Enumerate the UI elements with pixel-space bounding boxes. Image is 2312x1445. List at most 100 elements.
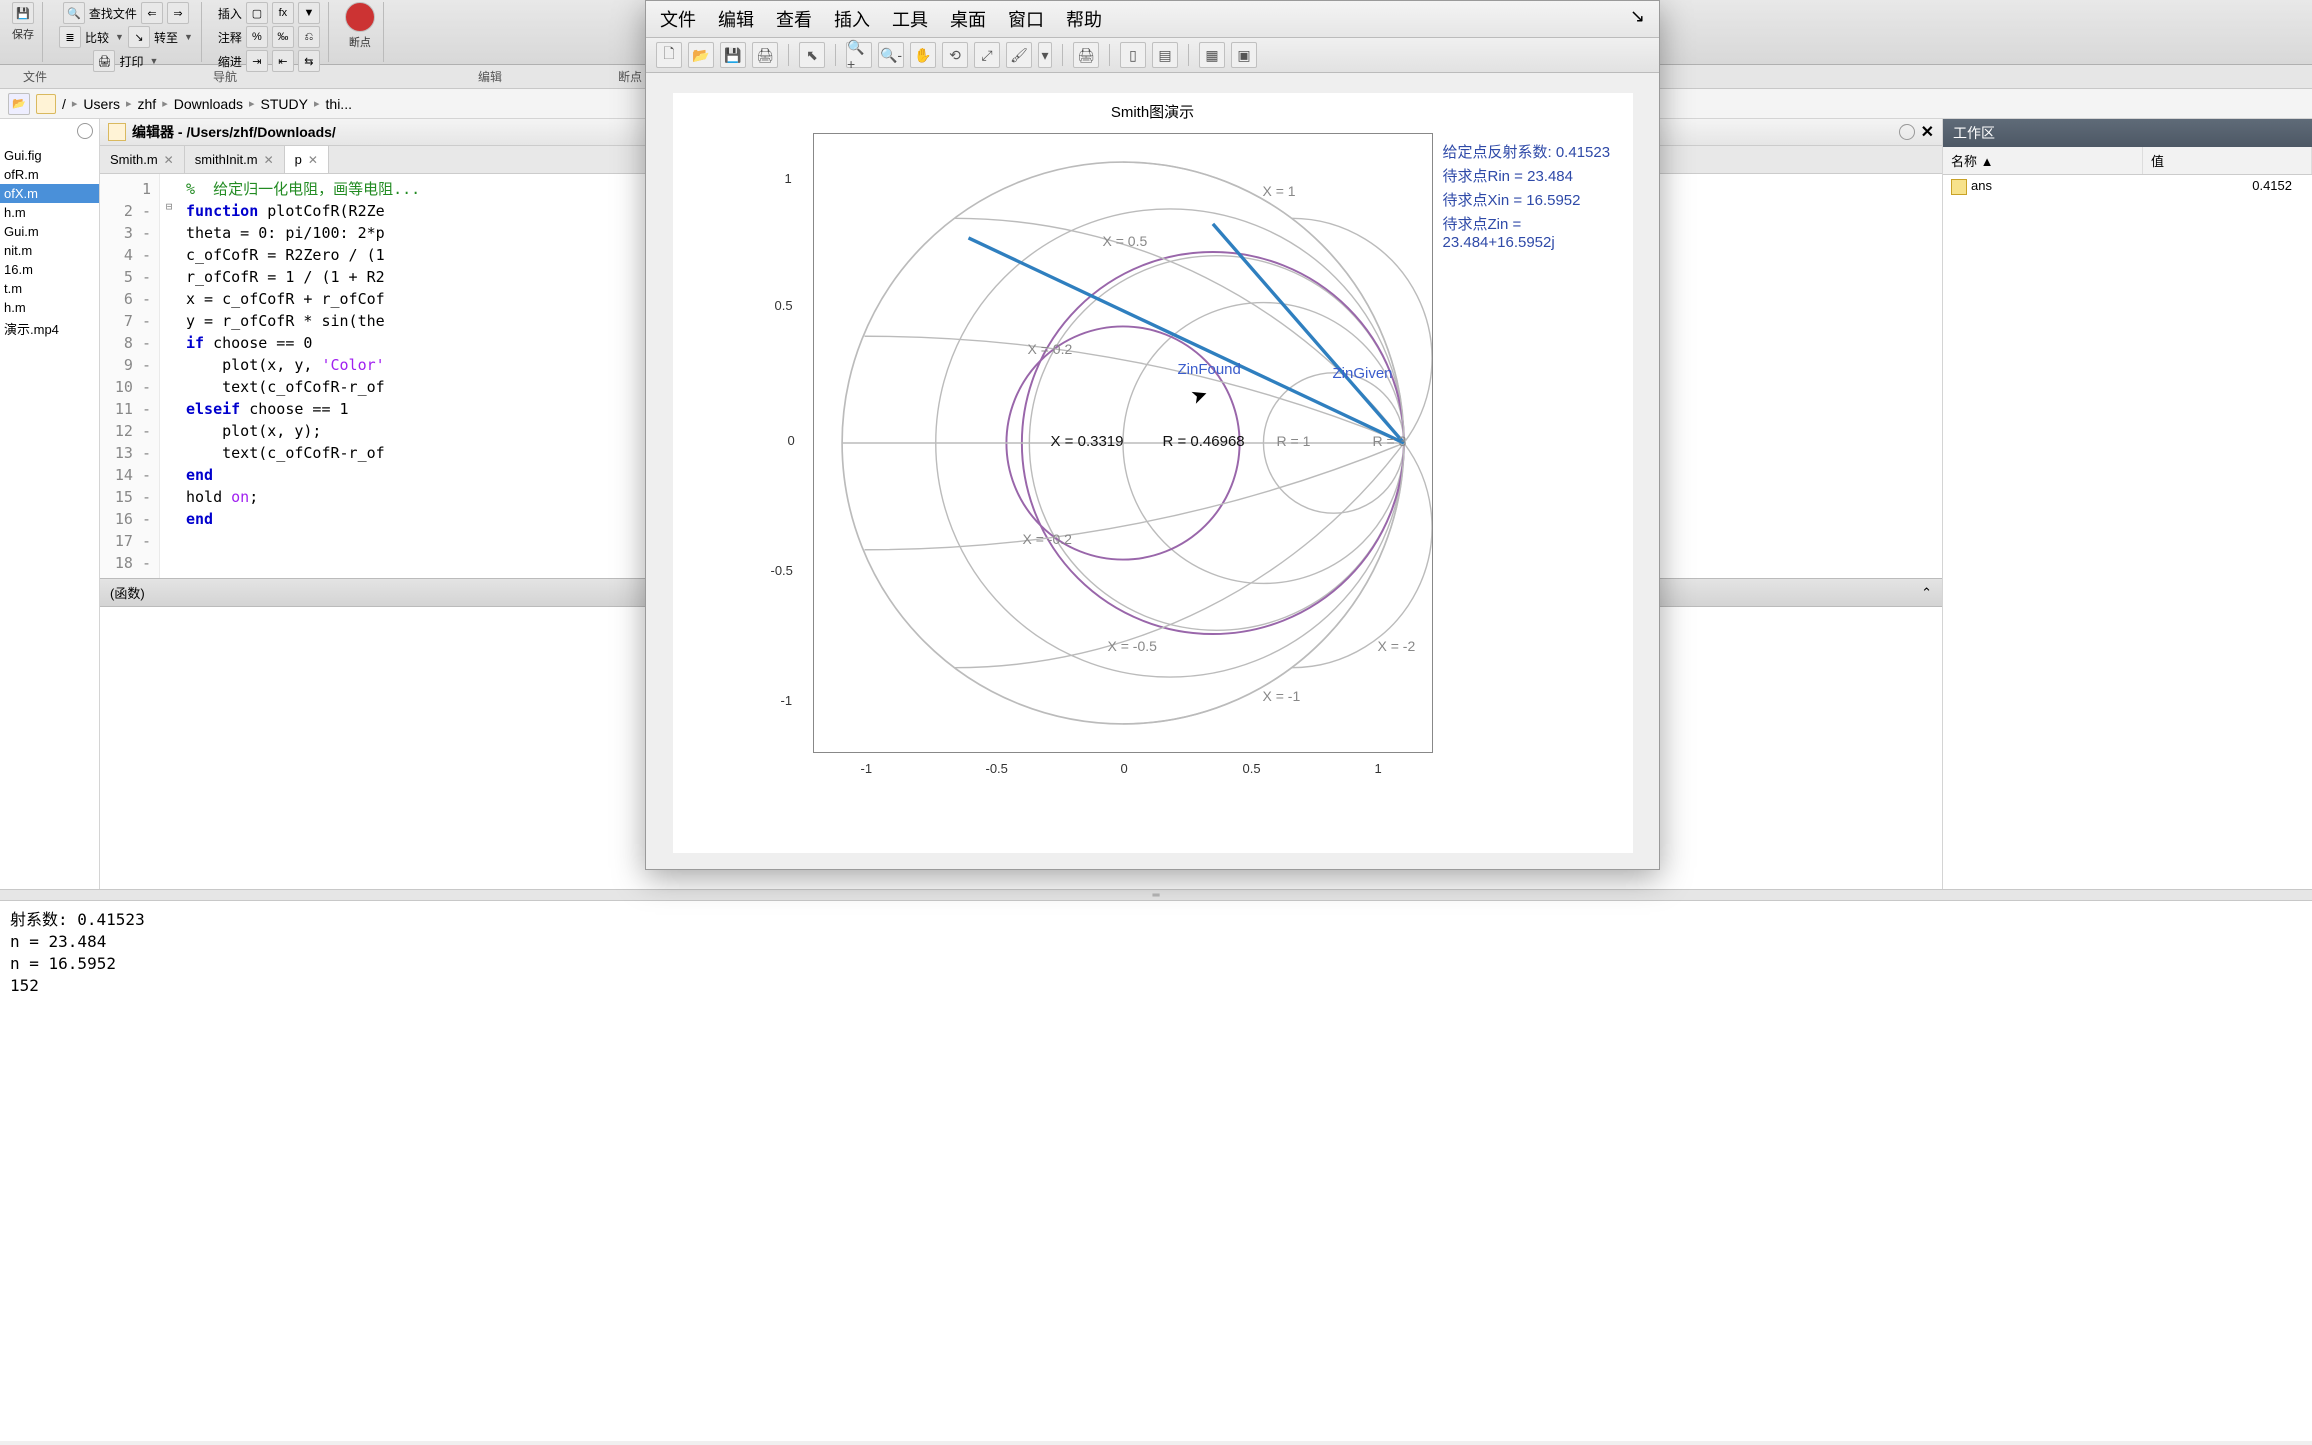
insert-3-icon[interactable]: ▼ (298, 2, 320, 24)
file-item[interactable]: ofX.m (0, 184, 99, 203)
editor-tab[interactable]: p✕ (285, 146, 329, 173)
menu-help[interactable]: 帮助 (1066, 6, 1102, 32)
workspace-row[interactable]: ans0.4152 (1943, 175, 2312, 198)
figure-window: 文件 编辑 查看 插入 工具 桌面 窗口 帮助 ↘ 🗋 📂 💾 🖨 ⬉ 🔍+ 🔍… (645, 0, 1660, 870)
tab-close-icon[interactable]: ✕ (308, 153, 318, 167)
menu-insert[interactable]: 插入 (834, 6, 870, 32)
file-item[interactable]: t.m (0, 279, 99, 298)
menu-view[interactable]: 查看 (776, 6, 812, 32)
file-item[interactable]: Gui.fig (0, 146, 99, 165)
file-item[interactable]: ofR.m (0, 165, 99, 184)
save-group: 💾 保存 (4, 2, 43, 62)
figure-menubar: 文件 编辑 查看 插入 工具 桌面 窗口 帮助 ↘ (646, 1, 1659, 38)
legend-icon[interactable]: ▤ (1152, 42, 1178, 68)
zoom-out-icon[interactable]: 🔍- (878, 42, 904, 68)
colorbar-icon[interactable]: ▯ (1120, 42, 1146, 68)
menu-edit[interactable]: 编辑 (718, 6, 754, 32)
zoom-in-icon[interactable]: 🔍+ (846, 42, 872, 68)
folder-up-icon[interactable]: 📂 (8, 93, 30, 115)
goto-label[interactable]: 转至 (154, 29, 178, 46)
layout-1-icon[interactable]: ▦ (1199, 42, 1225, 68)
brush-dropdown-icon[interactable]: ▾ (1038, 42, 1052, 68)
zin-found-label: ZinFound (1178, 361, 1241, 378)
nav-right-icon[interactable]: ⇒ (167, 2, 189, 24)
comment-1-icon[interactable]: % (246, 26, 268, 48)
workspace-panel: 工作区 名称 ▲ 值 ans0.4152 (1942, 119, 2312, 889)
horizontal-resize-handle[interactable]: ═ (0, 889, 2312, 901)
find-files-label: 查找文件 (89, 5, 137, 22)
tab-close-icon[interactable]: ✕ (264, 153, 274, 167)
command-window[interactable]: 射系数: 0.41523n = 23.484n = 16.5952152 (0, 901, 2312, 1441)
expand-icon[interactable]: ⌃ (1921, 585, 1932, 601)
menu-desktop[interactable]: 桌面 (950, 6, 986, 32)
save-fig-icon[interactable]: 💾 (720, 42, 746, 68)
crumb-4[interactable]: STUDY (261, 96, 308, 112)
zin-given-label: ZinGiven (1333, 365, 1393, 382)
pan-icon[interactable]: ✋ (910, 42, 936, 68)
print-fig-icon[interactable]: 🖨 (752, 42, 778, 68)
workspace-title: 工作区 (1953, 123, 1995, 143)
breakpoint-icon[interactable] (345, 2, 375, 32)
command-output-line: 射系数: 0.41523 (10, 909, 2302, 931)
compare-icon[interactable]: ≣ (59, 26, 81, 48)
folder-icon[interactable] (36, 94, 56, 114)
command-output-line: n = 16.5952 (10, 953, 2302, 975)
comment-3-icon[interactable]: ⎌ (298, 26, 320, 48)
tab-close-icon[interactable]: ✕ (164, 153, 174, 167)
insert-2-icon[interactable]: fx (272, 2, 294, 24)
editor-tab[interactable]: smithInit.m✕ (185, 146, 285, 173)
crumb-1[interactable]: Users (83, 96, 120, 112)
ytick-n1: -1 (781, 693, 793, 708)
crumb-0[interactable]: / (62, 96, 66, 112)
save-icon[interactable]: 💾 (12, 2, 34, 24)
file-item[interactable]: nit.m (0, 241, 99, 260)
crumb-5[interactable]: thi... (326, 96, 352, 112)
editor-close-icon[interactable]: ✕ (1921, 122, 1934, 142)
datatip-icon[interactable]: ⤢ (974, 42, 1000, 68)
ytick-1: 1 (785, 171, 792, 186)
comment-2-icon[interactable]: ‰ (272, 26, 294, 48)
layout-2-icon[interactable]: ▣ (1231, 42, 1257, 68)
nav-left-icon[interactable]: ⇐ (141, 2, 163, 24)
pointer-icon[interactable]: ⬉ (799, 42, 825, 68)
find-files-icon[interactable]: 🔍 (63, 2, 85, 24)
grid-x05: X = 0.5 (1103, 233, 1148, 249)
plot-title: Smith图演示 (673, 93, 1633, 122)
info-line-2: 待求点Xin = 16.5952 (1443, 189, 1581, 210)
goto-icon[interactable]: ↘ (128, 26, 150, 48)
ws-col-name[interactable]: 名称 ▲ (1943, 147, 2143, 174)
menu-tools[interactable]: 工具 (892, 6, 928, 32)
editor-title: 编辑器 - /Users/zhf/Downloads/ (132, 122, 336, 142)
new-fig-icon[interactable]: 🗋 (656, 42, 682, 68)
code-lines[interactable]: % 给定归一化电阻，画等电阻...function plotCofR(R2Zet… (178, 174, 428, 578)
editor-tab[interactable]: Smith.m✕ (100, 146, 185, 173)
fold-column: ⊟ (160, 174, 178, 578)
rotate-icon[interactable]: ⟲ (942, 42, 968, 68)
panel-menu-icon[interactable] (77, 123, 93, 139)
crumb-2[interactable]: zhf (138, 96, 157, 112)
compare-label[interactable]: 比较 (85, 29, 109, 46)
link-icon[interactable]: 🖨 (1073, 42, 1099, 68)
grid-xn2: X = -2 (1378, 638, 1416, 654)
section-nav: 导航 (70, 65, 380, 88)
file-item[interactable]: 16.m (0, 260, 99, 279)
file-item[interactable]: h.m (0, 203, 99, 222)
insert-1-icon[interactable]: ▢ (246, 2, 268, 24)
file-item[interactable]: Gui.m (0, 222, 99, 241)
file-item[interactable]: 演示.mp4 (0, 317, 99, 340)
open-fig-icon[interactable]: 📂 (688, 42, 714, 68)
break-label: 断点 (349, 34, 371, 50)
file-item[interactable]: h.m (0, 298, 99, 317)
menu-overflow-icon[interactable]: ↘ (1630, 6, 1645, 32)
xtick-05: 0.5 (1243, 761, 1261, 776)
menu-file[interactable]: 文件 (660, 6, 696, 32)
command-output-line: 152 (10, 975, 2302, 997)
editor-file-icon (108, 123, 126, 141)
ws-col-value[interactable]: 值 (2143, 147, 2312, 174)
crumb-3[interactable]: Downloads (174, 96, 243, 112)
grid-xn02: X = -0.2 (1023, 531, 1072, 547)
menu-window[interactable]: 窗口 (1008, 6, 1044, 32)
save-label: 保存 (12, 26, 34, 42)
brush-icon[interactable]: 🖌 (1006, 42, 1032, 68)
editor-menu-icon[interactable] (1899, 124, 1915, 140)
